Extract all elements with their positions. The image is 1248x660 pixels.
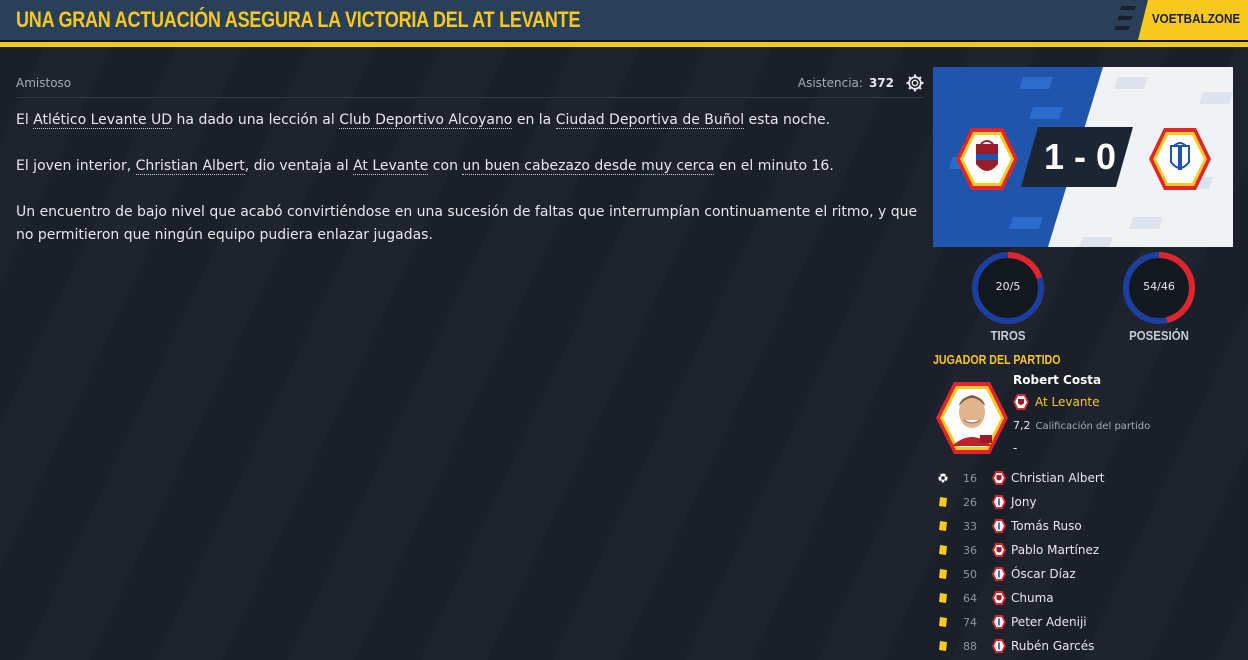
motm-rating-label: Calificación del partido [1035,421,1151,432]
away-crest-icon [992,639,1006,653]
text: en el minuto 16. [714,158,834,174]
event-row[interactable]: 33 Tomás Ruso [934,514,1234,538]
text: ha dado una lección al [172,112,340,128]
away-crest-icon [992,615,1006,629]
event-row[interactable]: 64 Chuma [934,586,1234,610]
event-row[interactable]: 50 Óscar Díaz [934,562,1234,586]
shots-label: TIROS [990,328,1026,343]
event-minute: 16 [963,471,977,485]
motm-rating: 7,2 Calificación del partido [1013,419,1150,432]
motm-team-name: At Levante [1035,395,1100,409]
yellow-card-icon [939,593,947,603]
away-team-crest-icon[interactable] [1147,126,1213,192]
goal-ball-icon [938,473,948,483]
text: esta noche. [744,112,831,128]
link-goal-highlight[interactable]: un buen cabezazo desde muy cerca [462,158,715,175]
event-minute: 74 [963,615,977,629]
event-minute: 64 [963,591,977,605]
event-row[interactable]: 26 Jony [934,490,1234,514]
yellow-card-icon [939,569,947,579]
event-player-name[interactable]: Rubén Garcés [1011,639,1094,653]
text: en la [512,112,556,128]
motm-extra: - [1013,441,1018,455]
possession-value: 54/46 [1143,280,1175,293]
attendance-label: Asistencia: [797,75,863,90]
event-row[interactable]: 36 Pablo Martínez [934,538,1234,562]
article-paragraph-1: El Atlético Levante UD ha dado una lecci… [16,109,924,132]
text: El joven interior, [16,158,136,174]
text: , dio ventaja al [244,158,354,174]
page-title: UNA GRAN ACTUACIÓN ASEGURA LA VICTORIA D… [16,7,581,32]
home-team-crest-icon[interactable] [954,126,1020,192]
page-header: UNA GRAN ACTUACIÓN ASEGURA LA VICTORIA D… [0,0,1248,40]
article-paragraph-2: El joven interior, Christian Albert, dio… [16,155,924,178]
home-crest-icon [992,543,1006,557]
home-crest-icon [992,471,1006,485]
article: Amistoso Asistencia: 372 El Atlético Lev… [16,70,924,247]
match-events-list: 16 Christian Albert 26 Jony 33 Tomás Ruso 36 Pa… [934,466,1234,658]
event-player-name[interactable]: Tomás Ruso [1011,519,1082,533]
competition-label: Amistoso [16,75,72,90]
motm-player-name[interactable]: Robert Costa [1013,373,1101,387]
score-display: 1 - 0 [1043,136,1117,177]
team-crest-icon [1013,394,1029,410]
stat-possession: 54/46 POSESIÓN [1121,250,1197,346]
motm-team[interactable]: At Levante [1013,394,1100,410]
brand-name: VOETBALZONE [1151,11,1240,26]
possession-label: POSESIÓN [1129,328,1189,343]
link-club-alcoyano[interactable]: Club Deportivo Alcoyano [339,112,513,129]
away-crest-icon [992,495,1006,509]
article-paragraph-3: Un encuentro de bajo nivel que acabó con… [16,204,918,243]
gear-icon[interactable] [906,73,924,92]
attendance-value: 372 [868,75,894,90]
yellow-card-icon [939,497,947,507]
link-stadium[interactable]: Ciudad Deportiva de Buñol [555,112,745,129]
event-player-name[interactable]: Óscar Díaz [1011,567,1076,581]
event-minute: 26 [963,495,977,509]
text: con [428,158,463,174]
event-player-name[interactable]: Chuma [1011,591,1054,605]
attendance: Asistencia: 372 [797,73,924,92]
event-minute: 50 [963,567,977,581]
yellow-card-icon [939,617,947,627]
event-row[interactable]: 74 Peter Adeniji [934,610,1234,634]
shots-value: 20/5 [995,280,1021,293]
away-crest-icon [992,567,1006,581]
event-player-name[interactable]: Jony [1011,495,1037,509]
text: El [16,112,34,128]
event-minute: 33 [963,519,977,533]
motm-title: JUGADOR DEL PARTIDO [933,352,1061,367]
player-avatar[interactable] [934,380,1010,456]
link-christian-albert[interactable]: Christian Albert [135,158,245,175]
motm-rating-value: 7,2 [1013,419,1031,432]
brand-stripes-icon [1108,0,1148,40]
link-atletico-levante[interactable]: Atlético Levante UD [33,112,173,129]
event-player-name[interactable]: Christian Albert [1011,471,1105,485]
link-at-levante[interactable]: At Levante [353,158,429,175]
header-accent-bar [0,40,1248,47]
event-player-name[interactable]: Pablo Martínez [1011,543,1099,557]
event-row[interactable]: 88 Rubén Garcés [934,634,1234,658]
event-player-name[interactable]: Peter Adeniji [1011,615,1087,629]
away-crest-icon [992,519,1006,533]
yellow-card-icon [939,641,947,651]
event-minute: 88 [963,639,977,653]
event-minute: 36 [963,543,977,557]
event-row[interactable]: 16 Christian Albert [934,466,1234,490]
yellow-card-icon [939,521,947,531]
article-meta: Amistoso Asistencia: 372 [16,70,924,98]
stat-shots: 20/5 TIROS [970,250,1046,346]
yellow-card-icon [939,545,947,555]
home-crest-icon [992,591,1006,605]
